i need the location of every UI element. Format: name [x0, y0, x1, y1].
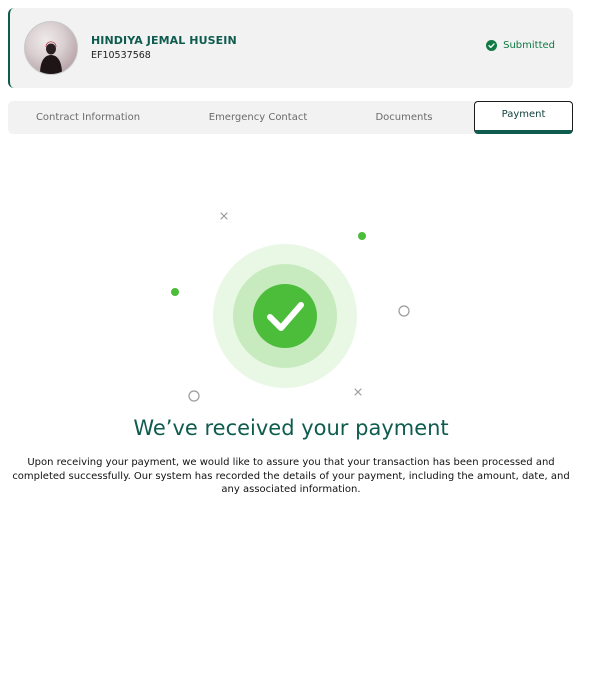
status-text: Submitted [503, 40, 555, 51]
confirmation-title: We’ve received your payment [133, 416, 449, 440]
payment-success-illustration [171, 212, 410, 402]
profile-card: HINDIYA JEMAL HUSEIN EF10537568 Submitte… [8, 8, 573, 88]
close-x-icon [354, 388, 362, 396]
tab-contract-information[interactable]: Contract Information [18, 101, 158, 134]
ring-decoration [188, 390, 200, 402]
employee-id: EF10537568 [91, 50, 151, 61]
person-silhouette-icon [40, 41, 62, 74]
tab-bar: Contract Information Emergency Contact D… [8, 101, 573, 134]
tab-payment[interactable]: Payment [474, 101, 573, 134]
status-badge: Submitted [486, 40, 555, 51]
success-circle [253, 284, 317, 348]
check-circle-icon [486, 40, 498, 51]
confirmation-message: Upon receiving your payment, we would li… [12, 457, 570, 495]
ring-decoration [398, 305, 410, 317]
close-x-icon [220, 212, 228, 220]
avatar [24, 21, 78, 75]
profile-name: HINDIYA JEMAL HUSEIN [91, 34, 237, 47]
tab-emergency-contact[interactable]: Emergency Contact [188, 101, 328, 134]
dot-decoration [171, 288, 179, 296]
dot-decoration [358, 232, 366, 240]
tab-documents[interactable]: Documents [354, 101, 454, 134]
